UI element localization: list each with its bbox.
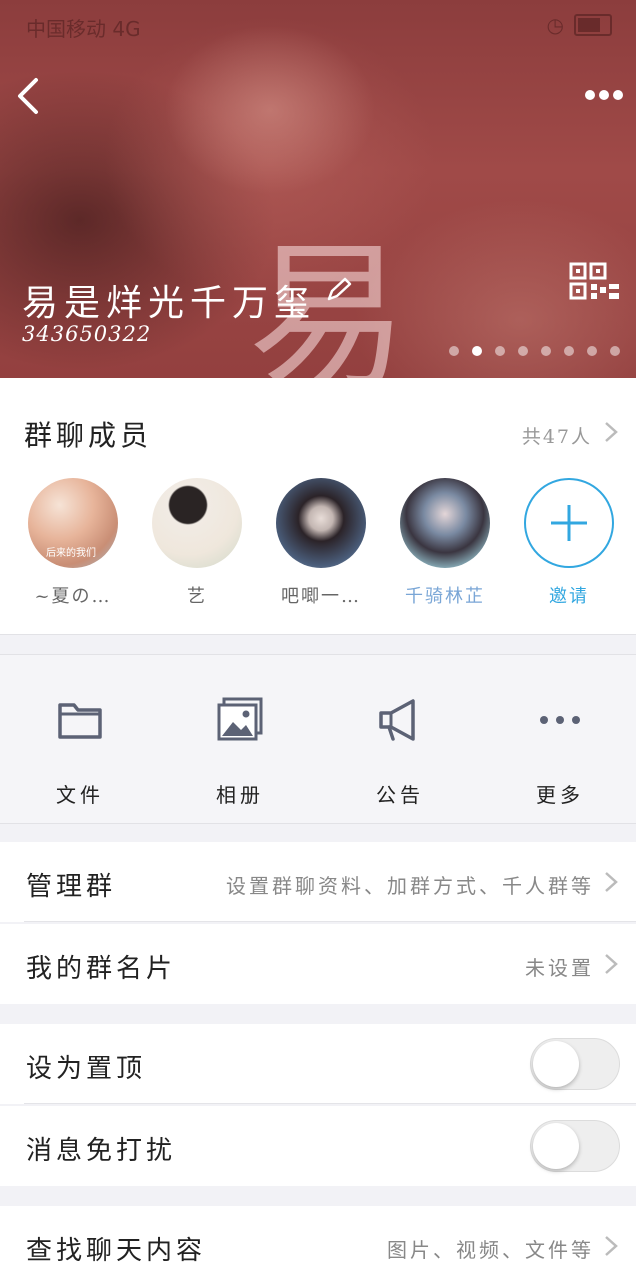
tool-files[interactable]: 文件 — [20, 695, 140, 808]
toggle-knob — [533, 1123, 579, 1169]
group-name[interactable]: 易是烊光千万玺 — [22, 274, 316, 326]
carousel-dot — [587, 346, 597, 356]
tool-label: 公告 — [376, 783, 424, 807]
row-label: 设为置顶 — [26, 1054, 147, 1084]
my-group-card-row[interactable]: 我的群名片 未设置 — [0, 924, 636, 1004]
search-chat-history-row[interactable]: 查找聊天内容 图片、视频、文件等 — [0, 1206, 636, 1286]
edit-name-icon[interactable] — [323, 275, 353, 305]
do-not-disturb-row: 消息免打扰 — [0, 1106, 636, 1186]
member-avatar — [152, 478, 242, 568]
row-label: 我的群名片 — [26, 954, 177, 984]
status-icons: ◷ — [547, 13, 612, 37]
row-label: 查找聊天内容 — [26, 1236, 207, 1266]
members-count[interactable]: 共47人 — [522, 422, 592, 449]
chevron-right-icon — [605, 422, 618, 442]
member-name: 艺 — [187, 586, 207, 607]
megaphone-icon — [379, 699, 415, 741]
pin-to-top-row: 设为置顶 — [0, 1024, 636, 1104]
member-avatar — [400, 478, 490, 568]
carousel-indicator — [449, 346, 620, 356]
chevron-right-icon — [605, 1236, 618, 1256]
invite-circle — [524, 478, 614, 568]
carousel-dot — [610, 346, 620, 356]
row-label: 管理群 — [26, 872, 117, 902]
tool-announcement[interactable]: 公告 — [340, 695, 460, 808]
alarm-icon: ◷ — [546, 13, 564, 37]
invite-member-button[interactable]: 邀请 — [514, 478, 624, 608]
member-name: 千骑林芷 — [405, 586, 485, 607]
carousel-dot — [541, 346, 551, 356]
carousel-dot — [518, 346, 528, 356]
carousel-dot — [495, 346, 505, 356]
members-section: 群聊成员 共47人 后来的我们 ~夏の… 艺 吧唧一… 千骑林芷 邀请 — [0, 378, 636, 635]
manage-group-row[interactable]: 管理群 设置群聊资料、加群方式、千人群等 — [0, 842, 636, 922]
divider — [24, 921, 636, 922]
more-dots-icon — [540, 716, 580, 724]
tool-more[interactable]: 更多 — [500, 695, 620, 808]
status-bar: 中国移动 4G ◷ — [0, 0, 636, 50]
chevron-right-icon — [605, 954, 618, 974]
carrier-label: 中国移动 4G — [26, 17, 141, 41]
member-avatar: 后来的我们 — [28, 478, 118, 568]
group-id: 343650322 — [22, 322, 152, 346]
toggle-knob — [533, 1041, 579, 1087]
battery-icon — [574, 14, 612, 36]
member-item[interactable]: 千骑林芷 — [390, 478, 500, 608]
divider — [24, 1103, 636, 1104]
member-item[interactable]: 艺 — [142, 478, 252, 608]
tool-label: 文件 — [56, 783, 104, 807]
member-item[interactable]: 吧唧一… — [266, 478, 376, 608]
member-avatar — [276, 478, 366, 568]
row-value: 设置群聊资料、加群方式、千人群等 — [226, 874, 594, 898]
carousel-dot — [449, 346, 459, 356]
group-header-banner: 易 中国移动 4G ◷ 易是烊光千万玺 343650322 — [0, 0, 636, 378]
avatar-caption: 后来的我们 — [46, 548, 96, 559]
members-title[interactable]: 群聊成员 — [24, 414, 152, 454]
back-button[interactable] — [10, 72, 50, 120]
row-label: 消息免打扰 — [26, 1136, 177, 1166]
more-options-button[interactable] — [582, 80, 626, 110]
member-item[interactable]: 后来的我们 ~夏の… — [18, 478, 128, 608]
carousel-dot-active — [472, 346, 482, 356]
album-icon — [217, 697, 263, 741]
member-name: 吧唧一… — [281, 586, 361, 607]
row-value: 未设置 — [525, 956, 594, 980]
invite-label: 邀请 — [549, 586, 589, 607]
chevron-right-icon — [605, 872, 618, 892]
plus-icon — [551, 505, 587, 541]
member-name: ~夏の… — [34, 586, 112, 607]
row-value: 图片、视频、文件等 — [387, 1238, 594, 1262]
group-tools-section: 文件 相册 公告 更多 — [0, 654, 636, 824]
folder-icon — [58, 703, 102, 739]
tool-label: 相册 — [216, 783, 264, 807]
do-not-disturb-toggle[interactable] — [530, 1120, 620, 1172]
qr-code-button[interactable] — [569, 262, 621, 302]
carousel-dot — [564, 346, 574, 356]
pin-to-top-toggle[interactable] — [530, 1038, 620, 1090]
tool-label: 更多 — [536, 783, 584, 807]
tool-album[interactable]: 相册 — [180, 695, 300, 808]
